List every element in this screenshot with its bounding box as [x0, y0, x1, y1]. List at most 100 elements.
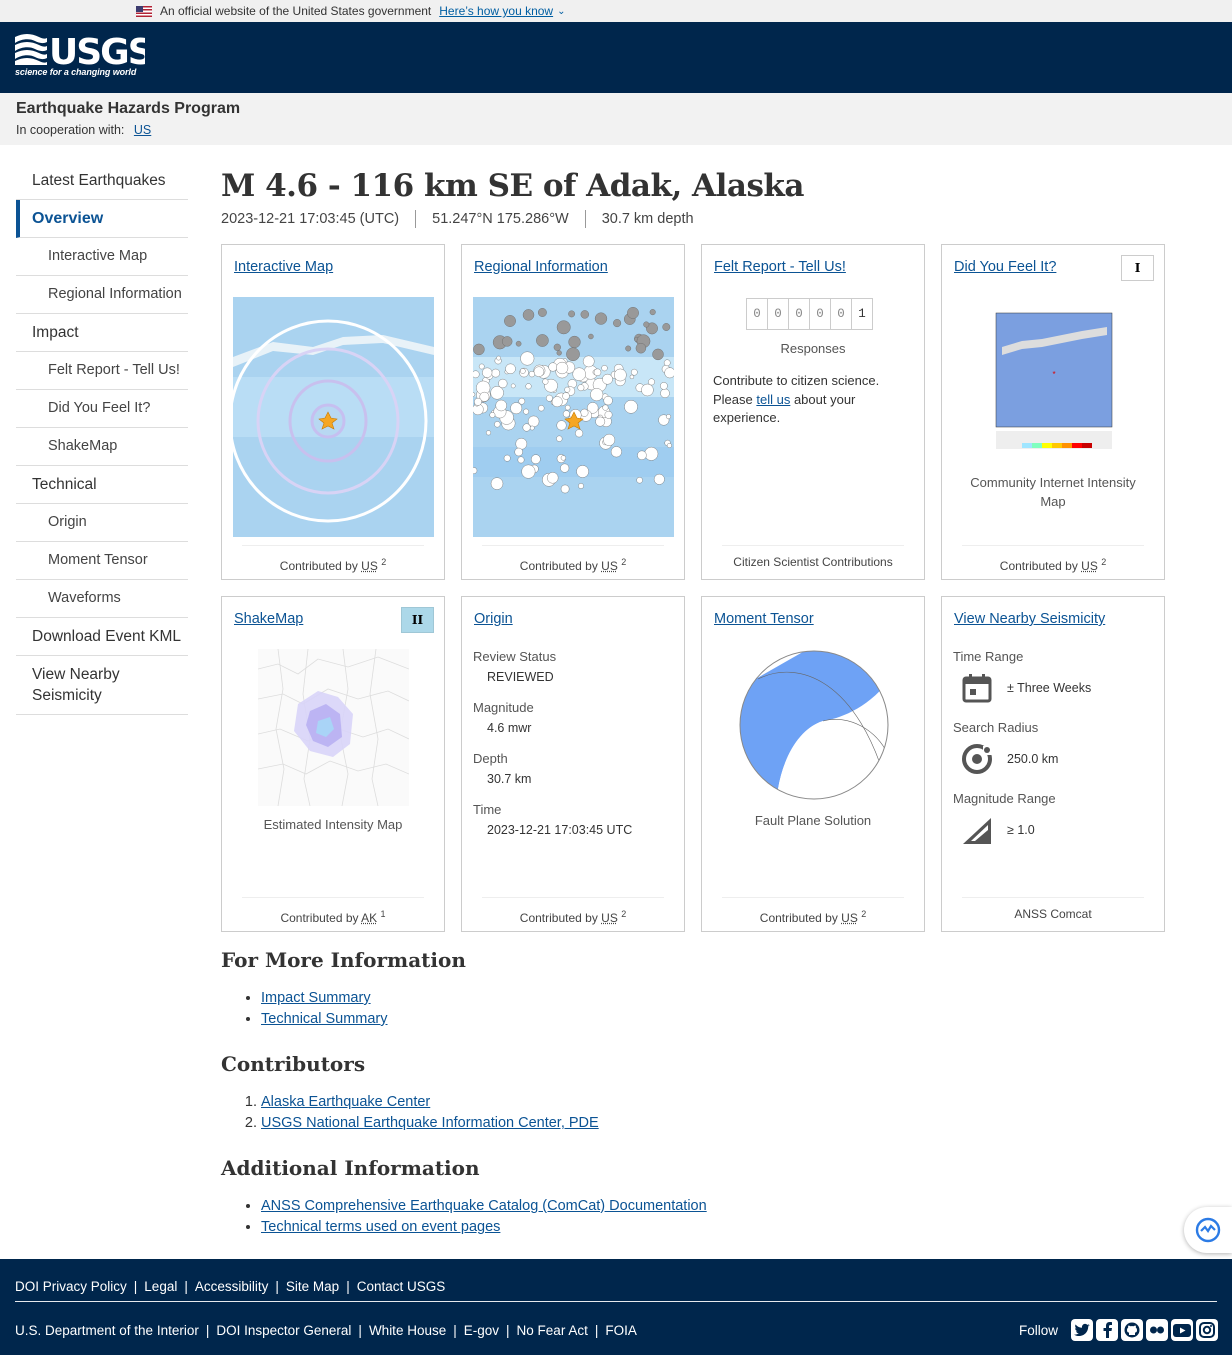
coop-label: In cooperation with: — [16, 123, 125, 137]
earthquake-marker — [580, 408, 589, 417]
dyfi-intensity-badge: I — [1121, 255, 1154, 281]
neic-link[interactable]: USGS National Earthquake Information Cen… — [261, 1115, 599, 1131]
sidebar-item-felt-report[interactable]: Felt Report - Tell Us! — [16, 352, 188, 390]
review-status-label: Review Status — [473, 649, 557, 664]
origin-link[interactable]: Origin — [474, 611, 513, 627]
sidebar-item-impact[interactable]: Impact — [16, 314, 188, 352]
sidebar-item-moment-tensor[interactable]: Moment Tensor — [16, 542, 188, 580]
footer-link-contact[interactable]: Contact USGS — [357, 1279, 446, 1294]
feedback-float-button[interactable] — [1184, 1207, 1232, 1253]
sidebar-item-technical[interactable]: Technical — [16, 466, 188, 504]
event-meta: 2023-12-21 17:03:45 (UTC) 51.247°N 175.2… — [221, 210, 1181, 228]
event-depth: 30.7 km depth — [584, 210, 710, 228]
moment-tensor-contrib: Contributed by US 2 — [722, 897, 904, 931]
footer-link-no-fear[interactable]: No Fear Act — [517, 1323, 588, 1338]
nearby-seismicity-card[interactable]: View Nearby Seismicity Time Range ± Thre… — [941, 596, 1165, 932]
heres-how-link[interactable]: Here’s how you know — [439, 4, 553, 18]
flickr-icon[interactable] — [1146, 1319, 1168, 1341]
interactive-map-thumbnail[interactable] — [233, 297, 434, 537]
footer-link-privacy[interactable]: DOI Privacy Policy — [15, 1279, 127, 1294]
sidebar-item-download-kml[interactable]: Download Event KML — [16, 618, 188, 656]
list-item: USGS National Earthquake Information Cen… — [261, 1113, 1181, 1134]
footer-links-secondary: U.S. Department of the Interior | DOI Ins… — [15, 1323, 637, 1338]
earthquake-marker — [665, 414, 671, 420]
earthquake-marker — [644, 446, 659, 461]
earthquake-marker — [666, 442, 672, 448]
earthquake-marker — [576, 465, 589, 478]
shakemap-card[interactable]: ShakeMap II Estimated Intensity Map Cont… — [221, 596, 445, 932]
feedback-icon — [1195, 1217, 1221, 1243]
regional-info-link[interactable]: Regional Information — [474, 259, 608, 275]
moment-tensor-link[interactable]: Moment Tensor — [714, 611, 814, 627]
dyfi-card[interactable]: Did You Feel It? I * Community Internet … — [941, 244, 1165, 580]
footer-link-site-map[interactable]: Site Map — [286, 1279, 339, 1294]
shakemap-link[interactable]: ShakeMap — [234, 611, 303, 627]
list-item: ANSS Comprehensive Earthquake Catalog (C… — [261, 1196, 1181, 1217]
impact-summary-link[interactable]: Impact Summary — [261, 990, 371, 1006]
sidebar-item-nearby-seismicity[interactable]: View Nearby Seismicity — [16, 656, 188, 715]
moment-tensor-card[interactable]: Moment Tensor Fault Plane Solution Contr… — [701, 596, 925, 932]
review-status-value: REVIEWED — [487, 670, 554, 684]
youtube-icon[interactable] — [1171, 1319, 1193, 1341]
additional-info-heading: Additional Information — [221, 1156, 480, 1180]
coop-us-link[interactable]: US — [134, 123, 151, 137]
dyfi-link[interactable]: Did You Feel It? — [954, 259, 1056, 275]
earthquake-marker — [562, 392, 570, 400]
sidebar-item-latest-earthquakes[interactable]: Latest Earthquakes — [16, 162, 188, 200]
nearby-seismicity-link[interactable]: View Nearby Seismicity — [954, 611, 1105, 627]
chevron-down-icon[interactable]: ⌄ — [557, 6, 565, 17]
sidebar-item-overview[interactable]: Overview — [16, 200, 188, 238]
earthquake-marker — [568, 310, 576, 318]
sidebar-item-waveforms[interactable]: Waveforms — [16, 580, 188, 618]
earthquake-marker — [604, 410, 613, 419]
earthquake-marker — [627, 306, 639, 319]
earthquake-marker — [474, 397, 482, 406]
sidebar-item-origin[interactable]: Origin — [16, 504, 188, 542]
regional-info-card[interactable]: Regional Information Contributed by US 2 — [461, 244, 685, 580]
footer-link-legal[interactable]: Legal — [144, 1279, 177, 1294]
footer-link-egov[interactable]: E-gov — [464, 1323, 499, 1338]
beachball-icon[interactable] — [738, 649, 890, 801]
earthquake-marker — [510, 402, 523, 415]
felt-report-card[interactable]: Felt Report - Tell Us! 0 0 0 0 0 1 Respo… — [701, 244, 925, 580]
shakemap-thumbnail[interactable] — [258, 649, 409, 806]
us-flag-icon — [136, 5, 152, 17]
earthquake-marker — [664, 367, 674, 379]
sidebar-item-interactive-map[interactable]: Interactive Map — [16, 238, 188, 276]
program-title[interactable]: Earthquake Hazards Program — [16, 98, 1216, 120]
earthquake-marker — [527, 415, 540, 428]
felt-report-link[interactable]: Felt Report - Tell Us! — [714, 259, 846, 275]
footer-link-doi[interactable]: U.S. Department of the Interior — [15, 1323, 199, 1338]
footer-link-inspector[interactable]: DOI Inspector General — [216, 1323, 351, 1338]
twitter-icon[interactable] — [1071, 1319, 1093, 1341]
earthquake-marker — [572, 367, 586, 381]
footer-link-accessibility[interactable]: Accessibility — [195, 1279, 269, 1294]
instagram-icon[interactable] — [1196, 1319, 1218, 1341]
list-item: Technical terms used on event pages — [261, 1217, 1181, 1238]
origin-card[interactable]: Origin Review Status REVIEWED Magnitude … — [461, 596, 685, 932]
tell-us-link[interactable]: tell us — [756, 392, 790, 407]
dyfi-map-thumbnail[interactable]: * — [982, 297, 1122, 457]
sidebar-item-regional-information[interactable]: Regional Information — [16, 276, 188, 314]
comcat-docs-link[interactable]: ANSS Comprehensive Earthquake Catalog (C… — [261, 1198, 707, 1214]
alaska-earthquake-center-link[interactable]: Alaska Earthquake Center — [261, 1094, 430, 1110]
footer-link-foia[interactable]: FOIA — [605, 1323, 637, 1338]
interactive-map-link[interactable]: Interactive Map — [234, 259, 333, 275]
github-icon[interactable] — [1121, 1319, 1143, 1341]
lower-sections: For More Information Impact Summary Tech… — [221, 946, 1181, 1258]
list-item: Impact Summary — [261, 988, 1181, 1009]
technical-summary-link[interactable]: Technical Summary — [261, 1011, 388, 1027]
regional-map-thumbnail[interactable] — [473, 297, 674, 537]
interactive-map-card[interactable]: Interactive Map Contributed by US 2 — [221, 244, 445, 580]
sidebar-item-did-you-feel-it[interactable]: Did You Feel It? — [16, 390, 188, 428]
moment-tensor-caption: Fault Plane Solution — [754, 813, 872, 828]
earthquake-marker — [560, 463, 570, 473]
facebook-icon[interactable] — [1096, 1319, 1118, 1341]
earthquake-marker — [588, 333, 594, 340]
technical-terms-link[interactable]: Technical terms used on event pages — [261, 1219, 500, 1235]
sidebar-item-shakemap[interactable]: ShakeMap — [16, 428, 188, 466]
earthquake-marker — [510, 383, 516, 389]
earthquake-marker — [523, 408, 529, 415]
earthquake-marker — [494, 421, 501, 428]
footer-link-white-house[interactable]: White House — [369, 1323, 446, 1338]
